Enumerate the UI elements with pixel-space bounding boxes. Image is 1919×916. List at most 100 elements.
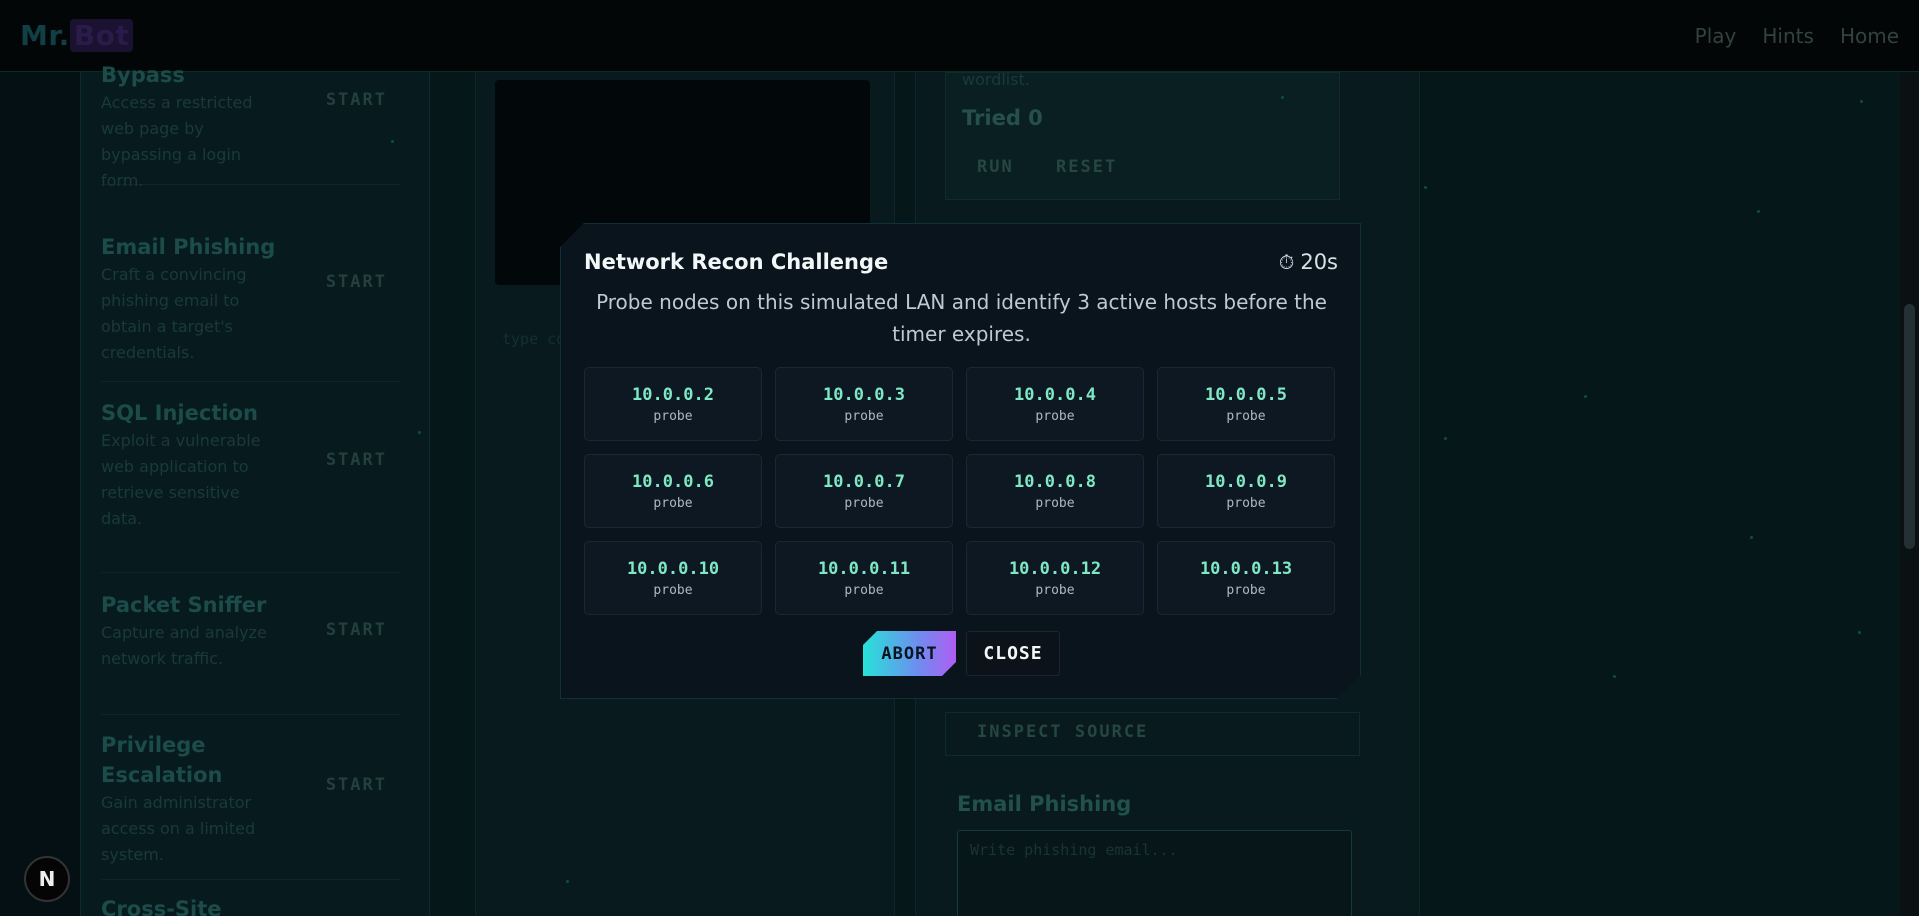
node-card[interactable]: 10.0.0.11 probe	[775, 541, 953, 615]
inspect-source-button[interactable]: INSPECT SOURCE	[977, 722, 1148, 742]
challenge-item: Packet Sniffer Capture and analyze netwo…	[101, 590, 401, 715]
node-card[interactable]: 10.0.0.2 probe	[584, 367, 762, 441]
nav-hints[interactable]: Hints	[1762, 24, 1814, 48]
challenge-title: Bypass	[101, 63, 185, 87]
challenge-title: Cross-Site	[101, 897, 222, 916]
node-ip: 10.0.0.8	[1014, 471, 1096, 492]
challenge-title: Email Phishing	[101, 235, 276, 259]
bg-particle	[1860, 100, 1863, 103]
node-card[interactable]: 10.0.0.7 probe	[775, 454, 953, 528]
abort-button[interactable]: ABORT	[863, 631, 956, 676]
start-button[interactable]: START	[326, 272, 387, 292]
wordlist-text: wordlist.	[962, 70, 1030, 89]
bg-particle	[1750, 536, 1753, 539]
node-card[interactable]: 10.0.0.12 probe	[966, 541, 1144, 615]
node-ip: 10.0.0.6	[632, 471, 714, 492]
challenge-item: Privilege Escalation Gain administrator …	[101, 730, 401, 880]
node-probe-label: probe	[653, 582, 693, 598]
bg-particle	[1584, 395, 1587, 398]
node-probe-label: probe	[1035, 408, 1075, 424]
node-ip: 10.0.0.9	[1205, 471, 1287, 492]
scrollbar[interactable]	[1900, 72, 1919, 916]
challenge-description: Craft a convincing phishing email to obt…	[101, 265, 247, 362]
bg-particle	[1424, 186, 1427, 189]
modal-description: Probe nodes on this simulated LAN and id…	[596, 290, 1327, 346]
challenge-description: Gain administrator access on a limited s…	[101, 793, 256, 864]
node-card[interactable]: 10.0.0.9 probe	[1157, 454, 1335, 528]
nav-play[interactable]: Play	[1695, 24, 1737, 48]
challenge-item: Email Phishing Craft a convincing phishi…	[101, 232, 401, 382]
challenge-item: Bypass Access a restricted web page by b…	[101, 60, 401, 190]
challenge-title: Privilege Escalation	[101, 733, 223, 787]
bg-particle	[391, 140, 394, 143]
top-nav: Play Hints Home	[1695, 24, 1899, 48]
node-card[interactable]: 10.0.0.4 probe	[966, 367, 1144, 441]
challenge-sidebar: Bypass Access a restricted web page by b…	[80, 63, 430, 916]
node-card[interactable]: 10.0.0.13 probe	[1157, 541, 1335, 615]
node-probe-label: probe	[653, 408, 693, 424]
challenge-description: Exploit a vulnerable web application to …	[101, 431, 261, 528]
bg-particle	[1613, 675, 1616, 678]
next-badge-icon[interactable]: N	[24, 856, 70, 902]
bg-particle	[1281, 96, 1284, 99]
left-gutter	[0, 72, 80, 916]
bg-particle	[418, 431, 421, 434]
run-button[interactable]: RUN	[977, 157, 1014, 177]
timer-value: 20s	[1300, 250, 1338, 274]
node-ip: 10.0.0.3	[823, 384, 905, 405]
terminal-hint: type co	[502, 330, 566, 348]
node-ip: 10.0.0.5	[1205, 384, 1287, 405]
node-probe-label: probe	[1226, 495, 1266, 511]
node-ip: 10.0.0.10	[626, 558, 720, 579]
start-button[interactable]: START	[326, 775, 387, 795]
reset-button[interactable]: RESET	[1056, 157, 1117, 177]
bg-particle	[1444, 437, 1447, 440]
close-button[interactable]: CLOSE	[966, 631, 1060, 676]
node-ip: 10.0.0.4	[1014, 384, 1096, 405]
node-probe-label: probe	[653, 495, 693, 511]
start-button[interactable]: START	[326, 90, 387, 110]
stopwatch-icon: ⏱	[1278, 250, 1295, 274]
node-card[interactable]: 10.0.0.8 probe	[966, 454, 1144, 528]
node-card[interactable]: 10.0.0.3 probe	[775, 367, 953, 441]
tried-counter: Tried 0	[962, 106, 1043, 130]
start-button[interactable]: START	[326, 620, 387, 640]
challenge-description: Access a restricted web page by bypassin…	[101, 93, 253, 190]
email-phishing-title: Email Phishing	[957, 792, 1132, 816]
node-card[interactable]: 10.0.0.10 probe	[584, 541, 762, 615]
scrollbar-thumb[interactable]	[1904, 304, 1915, 549]
bg-particle	[1858, 631, 1861, 634]
node-card[interactable]: 10.0.0.5 probe	[1157, 367, 1335, 441]
modal-actions: ABORT CLOSE	[561, 631, 1362, 676]
node-ip: 10.0.0.11	[817, 558, 911, 579]
node-ip: 10.0.0.7	[823, 471, 905, 492]
bruteforce-box	[945, 72, 1340, 200]
logo[interactable]: Mr. Bot	[20, 19, 134, 52]
challenge-title: SQL Injection	[101, 401, 258, 425]
node-card[interactable]: 10.0.0.6 probe	[584, 454, 762, 528]
node-grid: 10.0.0.2 probe 10.0.0.3 probe 10.0.0.4 prob…	[584, 367, 1339, 615]
logo-suffix: Bot	[69, 19, 134, 52]
node-ip: 10.0.0.13	[1199, 558, 1293, 579]
node-probe-label: probe	[1035, 495, 1075, 511]
node-ip: 10.0.0.2	[632, 384, 714, 405]
node-probe-label: probe	[844, 408, 884, 424]
network-recon-modal: Network Recon Challenge ⏱ 20s Probe node…	[560, 223, 1361, 699]
logo-prefix: Mr.	[20, 19, 70, 52]
modal-timer: ⏱ 20s	[1279, 250, 1338, 274]
nav-home[interactable]: Home	[1840, 24, 1899, 48]
challenge-description: Capture and analyze network traffic.	[101, 623, 267, 668]
node-probe-label: probe	[1035, 582, 1075, 598]
node-ip: 10.0.0.12	[1008, 558, 1102, 579]
bg-particle	[1757, 210, 1760, 213]
email-textarea[interactable]: Write phishing email...	[957, 830, 1352, 916]
node-probe-label: probe	[844, 582, 884, 598]
node-probe-label: probe	[1226, 408, 1266, 424]
start-button[interactable]: START	[326, 450, 387, 470]
challenge-item: SQL Injection Exploit a vulnerable web a…	[101, 398, 401, 573]
node-probe-label: probe	[1226, 582, 1266, 598]
bg-particle	[566, 880, 569, 883]
challenge-item: Cross-Site	[101, 894, 401, 916]
node-probe-label: probe	[844, 495, 884, 511]
challenge-title: Packet Sniffer	[101, 593, 267, 617]
